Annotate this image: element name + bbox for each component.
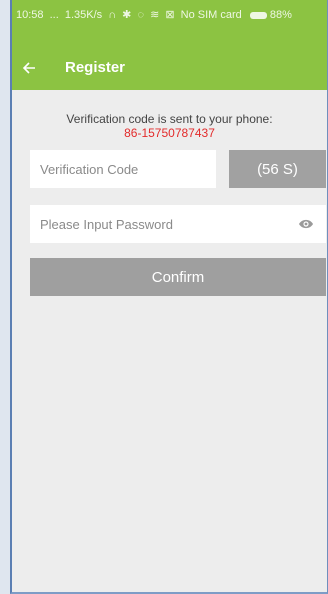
confirm-button[interactable]: Confirm <box>30 258 326 296</box>
password-input[interactable] <box>30 205 280 243</box>
phone-screen: 10:58 ... 1.35K/s ∩ ✱ ◌ ≋ ⊠ No SIM card … <box>10 0 328 594</box>
verification-notice: Verification code is sent to your phone: <box>66 112 273 126</box>
sim-icon: ⊠ <box>165 9 175 21</box>
headphones-icon: ∩ <box>108 9 117 21</box>
network-speed: 1.35K/s <box>64 9 103 21</box>
battery-icon <box>249 11 267 19</box>
carrier-text: No SIM card <box>180 9 242 21</box>
phone-number: 86-15750787437 <box>124 126 215 140</box>
wifi-icon: ≋ <box>150 9 160 21</box>
eye-icon[interactable] <box>298 217 314 231</box>
alarm-icon: ◌ <box>137 9 144 21</box>
verification-code-input[interactable] <box>30 150 216 188</box>
status-dots: ... <box>49 9 59 21</box>
battery-percent: 88% <box>269 9 292 21</box>
page-title: Register <box>65 59 126 76</box>
status-time: 10:58 <box>16 9 44 21</box>
password-field <box>30 205 326 243</box>
bluetooth-icon: ✱ <box>122 9 132 21</box>
resend-countdown-button[interactable]: (56 S) <box>229 150 326 188</box>
app-header: Register <box>12 48 327 90</box>
back-arrow-icon[interactable] <box>22 56 36 81</box>
status-bar: 10:58 ... 1.35K/s ∩ ✱ ◌ ≋ ⊠ No SIM card … <box>12 0 327 48</box>
